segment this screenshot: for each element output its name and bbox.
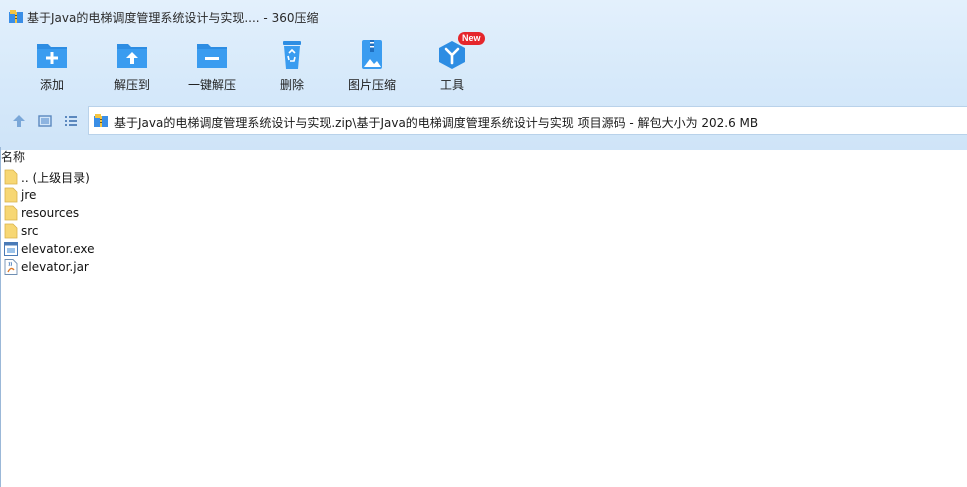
one-click-extract-icon [172, 40, 252, 70]
extract-to-label: 解压到 [113, 78, 150, 92]
folder-icon [4, 187, 18, 203]
image-compress-label: 图片压缩 [347, 78, 396, 92]
column-header-name[interactable]: 名称 [1, 148, 25, 165]
item-name: .. (上级目录) [21, 170, 90, 185]
folder-icon [4, 169, 18, 185]
thumbnail-view-icon[interactable] [36, 112, 54, 130]
delete-button[interactable]: 删除 [252, 36, 332, 98]
item-name: elevator.jar [21, 260, 89, 274]
file-rows: .. (上级目录) jre resources src elevator.exe… [4, 168, 95, 276]
list-item[interactable]: elevator.jar [4, 258, 95, 276]
folder-icon [4, 223, 18, 239]
file-list: 名称 .. (上级目录) jre resources src elevator.… [0, 147, 967, 487]
title-bar: 基于Java的电梯调度管理系统设计与实现.... - 360压缩 [0, 0, 967, 34]
list-view-icon[interactable] [62, 112, 80, 130]
image-compress-icon [332, 40, 412, 70]
folder-icon [4, 205, 18, 221]
image-compress-button[interactable]: 图片压缩 [332, 36, 412, 98]
list-item[interactable]: resources [4, 204, 95, 222]
item-name: src [21, 224, 39, 238]
address-bar[interactable]: 基于Java的电梯调度管理系统设计与实现.zip\基于Java的电梯调度管理系统… [88, 106, 967, 135]
item-name: resources [21, 206, 80, 220]
list-item[interactable]: src [4, 222, 95, 240]
add-button-label: 添加 [39, 78, 64, 92]
executable-icon [4, 242, 18, 256]
new-badge: New [458, 32, 485, 45]
jar-file-icon [4, 259, 18, 275]
item-name: elevator.exe [21, 242, 95, 256]
toolbar: 添加 解压到 一键解压 删除 图片压缩 New 工具 [0, 32, 967, 98]
window-chrome: 基于Java的电梯调度管理系统设计与实现.... - 360压缩 添加 解压到 … [0, 0, 967, 150]
list-item[interactable]: elevator.exe [4, 240, 95, 258]
tools-label: 工具 [439, 78, 464, 92]
tools-button[interactable]: New 工具 [412, 32, 492, 98]
add-folder-icon [12, 40, 92, 70]
recycle-bin-icon [252, 40, 332, 70]
one-click-extract-label: 一键解压 [187, 78, 236, 92]
one-click-extract-button[interactable]: 一键解压 [172, 36, 252, 98]
add-button[interactable]: 添加 [12, 36, 92, 98]
address-path: 基于Java的电梯调度管理系统设计与实现.zip\基于Java的电梯调度管理系统… [114, 116, 759, 130]
extract-to-button[interactable]: 解压到 [92, 36, 172, 98]
list-item[interactable]: jre [4, 186, 95, 204]
up-arrow-icon[interactable] [10, 112, 28, 130]
navigation-row: 基于Java的电梯调度管理系统设计与实现.zip\基于Java的电梯调度管理系统… [0, 106, 967, 136]
window-title: 基于Java的电梯调度管理系统设计与实现.... - 360压缩 [27, 11, 319, 25]
archive-app-icon [9, 10, 23, 24]
list-item[interactable]: .. (上级目录) [4, 168, 95, 186]
extract-to-icon [92, 40, 172, 70]
archive-icon [94, 114, 108, 128]
item-name: jre [21, 188, 37, 202]
delete-label: 删除 [279, 78, 304, 92]
